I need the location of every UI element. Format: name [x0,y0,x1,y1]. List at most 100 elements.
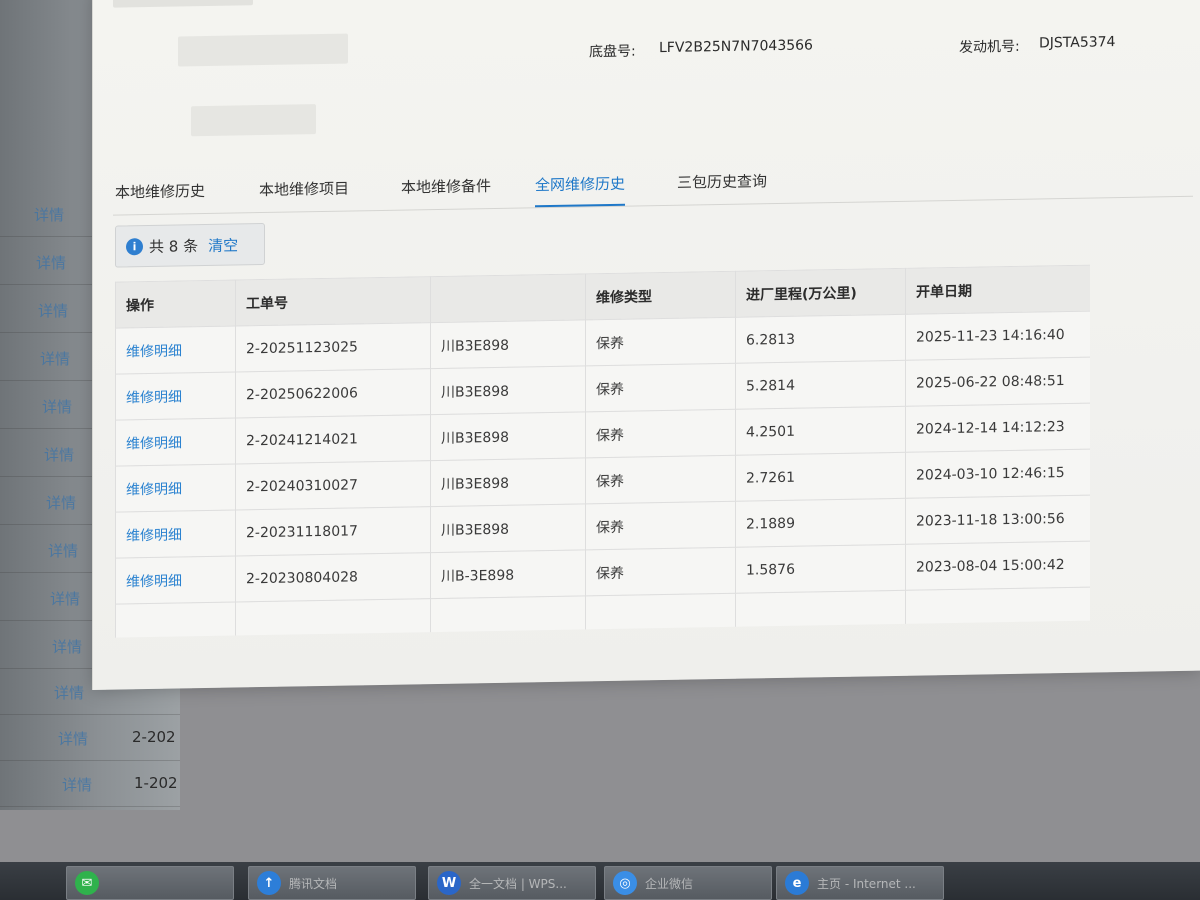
partial-cell [905,587,1090,637]
repair-type-cell: 保养 [585,501,736,550]
mileage-cell: 4.2501 [735,406,906,456]
open-date-cell: 2023-11-18 13:00:56 [905,495,1090,545]
order-number-cell: 2-20231118017 [235,506,431,556]
repair-type-cell: 保养 [585,455,736,504]
tab-local-repair-items[interactable]: 本地维修项目 [259,178,349,211]
column-header-repair-type[interactable]: 维修类型 [585,271,736,320]
bg-list-row: 详情 1-202 [0,760,180,807]
bg-detail-link[interactable]: 详情 [46,492,76,513]
engine-value: DJSTA5374 [1039,34,1116,52]
taskbar-item-wps[interactable]: W 全一文档 | WPS... [428,866,596,900]
mileage-cell: 6.2813 [735,314,906,364]
partial-cell [735,590,906,638]
bg-detail-link[interactable]: 详情 [36,252,66,273]
chassis-label: 底盘号: [589,43,636,61]
column-header-mileage[interactable]: 进厂里程(万公里) [735,268,906,318]
tab-local-repair-parts[interactable]: 本地维修备件 [401,175,491,208]
repair-type-cell: 保养 [585,363,736,412]
blurred-field [191,104,316,137]
open-date-cell: 2024-12-14 14:12:23 [905,403,1090,453]
column-header-plate[interactable] [430,273,586,323]
tencent-docs-icon: ↑ [257,871,281,895]
blurred-field [178,33,348,67]
clear-button[interactable]: 清空 [208,234,238,256]
mileage-cell: 2.7261 [735,452,906,502]
order-number-cell: 2-20250622006 [235,368,431,418]
repair-detail-link[interactable]: 维修明细 [115,509,236,559]
taskbar-label: 主页 - Internet ... [817,876,916,891]
order-number-cell: 2-20241214021 [235,414,431,464]
bg-detail-link[interactable]: 详情 [58,728,88,749]
bg-detail-link[interactable]: 详情 [38,300,68,321]
summary-bar: i 共 8 条 清空 [115,222,265,268]
column-header-open-date[interactable]: 开单日期 [905,265,1090,315]
taskbar: ✉ ↑ 腾讯文档 W 全一文档 | WPS... ◎ 企业微信 e 主页 - I… [0,862,1200,900]
taskbar-label: 全一文档 | WPS... [469,876,567,891]
order-number-cell: 2-20251123025 [235,322,431,372]
bg-order-number: 2-202 [132,728,176,746]
column-header-action[interactable]: 操作 [115,279,236,329]
taskbar-item-wechat[interactable]: ✉ [66,866,234,900]
open-date-cell: 2024-03-10 12:46:15 [905,449,1090,499]
mileage-cell: 1.5876 [735,544,906,594]
repair-type-cell: 保养 [585,547,736,596]
column-header-order-number[interactable]: 工单号 [235,276,431,326]
repair-detail-link[interactable]: 维修明细 [115,417,236,467]
order-number-cell: 2-20240310027 [235,460,431,510]
bg-list-row: 详情 2-202 [0,714,180,761]
tab-network-repair-history[interactable]: 全网维修历史 [535,172,626,208]
bg-detail-link[interactable]: 详情 [48,540,78,561]
bg-detail-link[interactable]: 详情 [50,588,80,609]
plate-cell: 川B3E898 [430,503,586,553]
bg-detail-link[interactable]: 详情 [34,204,64,225]
repair-detail-link[interactable]: 维修明细 [115,325,236,375]
plate-cell: 川B-3E898 [430,549,586,599]
bg-order-number: 1-202 [134,774,178,792]
repair-detail-link[interactable]: 维修明细 [115,371,236,421]
bg-detail-link[interactable]: 详情 [44,444,74,465]
taskbar-item-tencent-docs[interactable]: ↑ 腾讯文档 [248,866,416,900]
dialog-title [113,0,253,8]
partial-cell [115,601,236,638]
repair-history-dialog: 底盘号: LFV2B25N7N7043566 发动机号: DJSTA5374 本… [92,0,1200,690]
wechat-icon: ✉ [75,871,99,895]
bg-detail-link[interactable]: 详情 [40,348,70,369]
bg-detail-link[interactable]: 详情 [52,636,82,657]
repair-type-cell: 保养 [585,409,736,458]
plate-cell: 川B3E898 [430,319,586,369]
partial-cell [430,595,586,638]
mileage-cell: 2.1889 [735,498,906,548]
open-date-cell: 2023-08-04 15:00:42 [905,541,1090,591]
open-date-cell: 2025-06-22 08:48:51 [905,357,1090,407]
engine-label: 发动机号: [959,38,1020,56]
plate-cell: 川B3E898 [430,365,586,415]
repair-history-table: 操作 工单号 维修类型 进厂里程(万公里) 开单日期 维修明细 2-202511… [115,265,1090,638]
open-date-cell: 2025-11-23 14:16:40 [905,311,1090,361]
info-icon: i [126,237,143,255]
partial-cell [235,598,431,638]
wps-icon: W [437,871,461,895]
order-number-cell: 2-20230804028 [235,552,431,602]
screen: 详情 详情 详情 详情 详情 详情 详情 详情 详情 详情 详情 详情 2-20… [0,0,1200,900]
taskbar-label: 企业微信 [645,876,694,891]
ie-icon: e [785,871,809,895]
bg-detail-link[interactable]: 详情 [62,774,92,795]
taskbar-item-internet-explorer[interactable]: e 主页 - Internet ... [776,866,944,900]
taskbar-item-wecom[interactable]: ◎ 企业微信 [604,866,772,900]
mileage-cell: 5.2814 [735,360,906,410]
tab-local-repair-history[interactable]: 本地维修历史 [115,180,205,213]
tab-bar: 本地维修历史 本地维修项目 本地维修备件 全网维修历史 三包历史查询 [113,162,1193,216]
tab-warranty-history-query[interactable]: 三包历史查询 [677,170,767,203]
repair-detail-link[interactable]: 维修明细 [115,555,236,605]
repair-type-cell: 保养 [585,317,736,366]
taskbar-label: 腾讯文档 [289,876,338,891]
bg-detail-link[interactable]: 详情 [54,682,84,703]
chassis-value: LFV2B25N7N7043566 [659,37,813,57]
plate-cell: 川B3E898 [430,457,586,507]
wecom-icon: ◎ [613,871,637,895]
record-count: 共 8 条 [149,236,199,256]
bg-detail-link[interactable]: 详情 [42,396,72,417]
repair-detail-link[interactable]: 维修明细 [115,463,236,513]
partial-cell [585,593,736,638]
plate-cell: 川B3E898 [430,411,586,461]
